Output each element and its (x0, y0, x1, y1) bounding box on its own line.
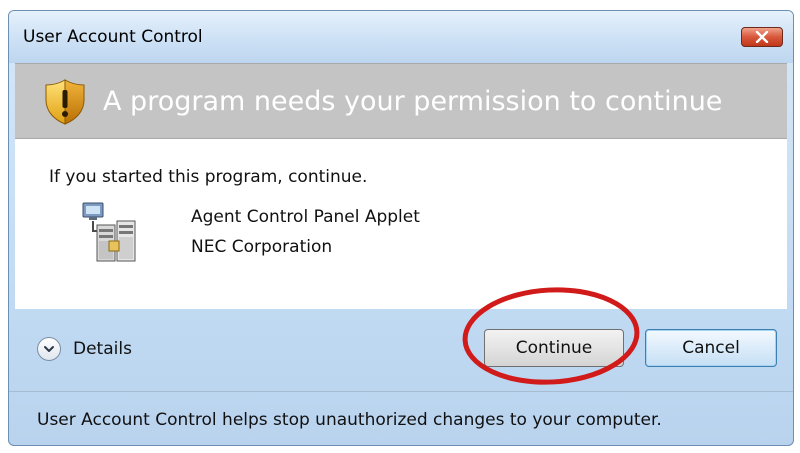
title-bar[interactable]: User Account Control (9, 11, 793, 63)
computer-network-icon (79, 201, 139, 269)
window-title: User Account Control (23, 27, 203, 47)
details-button-row: Details Continue Cancel (9, 309, 793, 391)
chevron-down-icon[interactable] (37, 337, 61, 361)
footer: User Account Control helps stop unauthor… (9, 391, 793, 445)
header-band: A program needs your permission to conti… (15, 63, 787, 139)
header-message: A program needs your permission to conti… (103, 86, 723, 117)
close-x-icon (755, 31, 769, 43)
shield-warning-icon (43, 78, 87, 130)
footer-text: User Account Control helps stop unauthor… (37, 410, 662, 430)
program-name: Agent Control Panel Applet (191, 207, 420, 227)
cancel-button[interactable]: Cancel (645, 329, 777, 367)
uac-dialog: User Account Control A program needs you… (8, 10, 794, 446)
close-button[interactable] (741, 27, 783, 47)
details-label[interactable]: Details (73, 339, 132, 359)
content-area: If you started this program, continue. A… (15, 139, 787, 309)
intro-text: If you started this program, continue. (49, 167, 368, 187)
program-publisher: NEC Corporation (191, 237, 333, 257)
continue-button[interactable]: Continue (484, 329, 624, 367)
details-toggle[interactable]: Details (37, 337, 132, 361)
